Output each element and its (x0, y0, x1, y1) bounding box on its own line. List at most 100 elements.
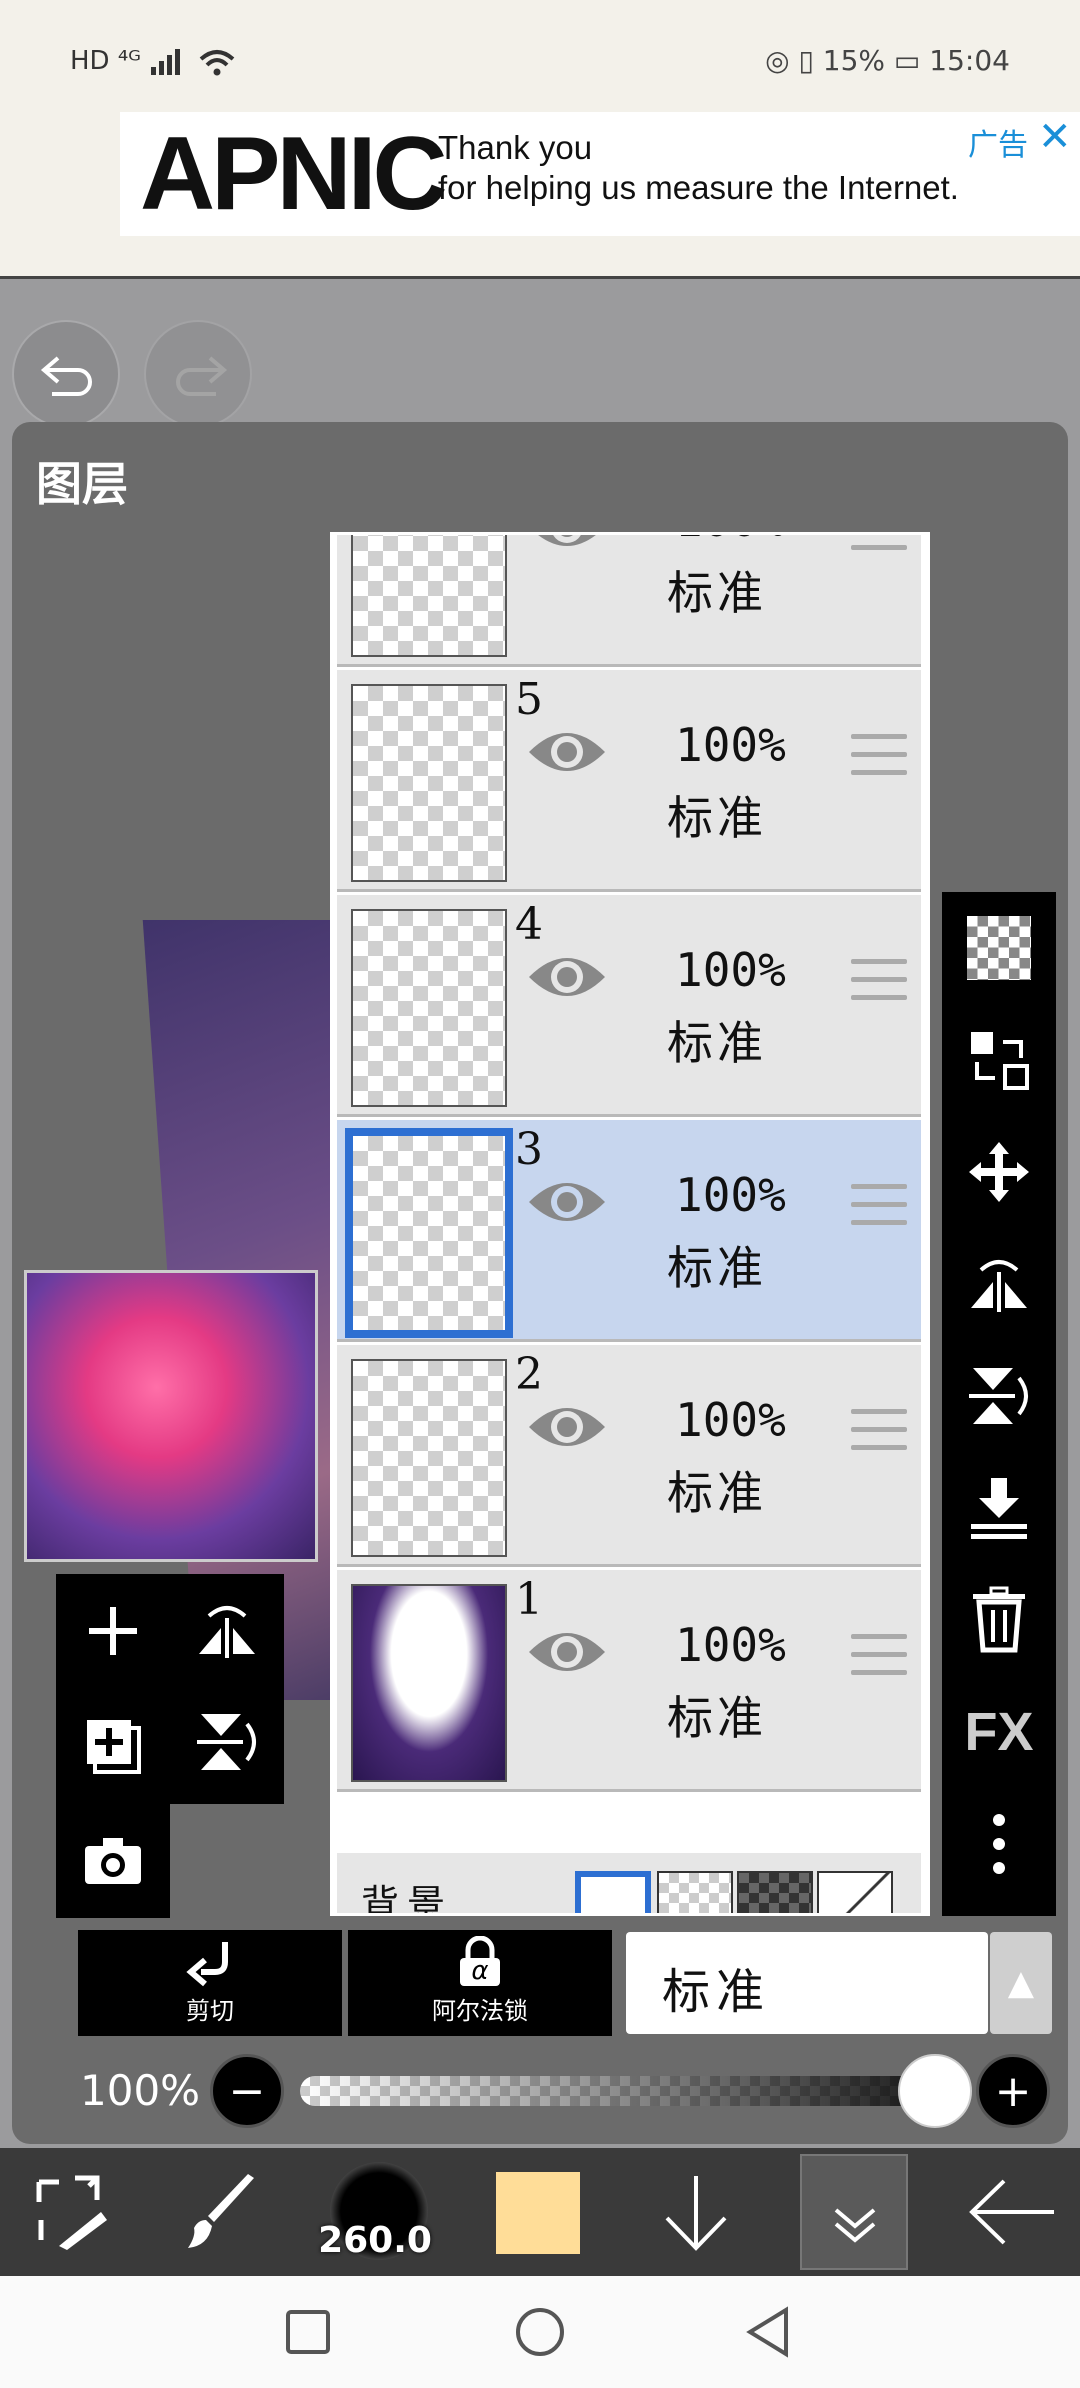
ad-banner[interactable]: APNIC Thank you for helping us measure t… (120, 112, 1080, 236)
flip-horizontal-icon[interactable] (195, 1598, 259, 1662)
ad-text: Thank you for helping us measure the Int… (438, 129, 959, 206)
delete-layer-button[interactable] (942, 1564, 1056, 1676)
background-row[interactable]: 背景 (337, 1853, 921, 1916)
color-swatch[interactable] (496, 2172, 580, 2254)
layer-transfer-button[interactable] (942, 1004, 1056, 1116)
recent-apps-icon[interactable] (284, 2308, 332, 2356)
drag-handle-icon[interactable] (851, 535, 907, 563)
layer-row-6[interactable]: 6 100% 标准 (337, 532, 921, 667)
eye-icon[interactable] (527, 1622, 607, 1682)
layer-thumbnail (351, 684, 507, 882)
layer-blend: 标准 (667, 1466, 767, 1520)
opacity-decrease-button[interactable]: − (210, 2054, 284, 2128)
drag-handle-icon[interactable] (851, 1184, 907, 1238)
layer-row-2[interactable]: 2 100% 标准 (337, 1345, 921, 1567)
nfc-icon: ◎ (765, 44, 790, 77)
bg-checker-light-swatch[interactable] (657, 1871, 733, 1913)
opacity-slider[interactable] (300, 2076, 940, 2106)
bg-none-swatch[interactable] (817, 1871, 893, 1913)
layers-button[interactable] (800, 2154, 908, 2270)
layer-opacity: 100% (675, 1168, 786, 1222)
layer-thumbnail (351, 1359, 507, 1557)
status-right: ◎ ▯ 15% ▭ 15:04 (765, 44, 1010, 77)
eye-icon[interactable] (527, 1172, 607, 1232)
drag-handle-icon[interactable] (851, 1634, 907, 1688)
move-icon (969, 1142, 1029, 1202)
camera-icon (85, 1838, 141, 1884)
flip-vertical-icon[interactable] (195, 1710, 259, 1774)
alpha-lock-button[interactable]: α 阿尔法锁 (348, 1930, 612, 2036)
drag-handle-icon[interactable] (851, 1409, 907, 1463)
wifi-icon (200, 49, 235, 75)
clipping-button[interactable]: 剪切 (78, 1930, 342, 2036)
panel-title: 图层 (36, 457, 128, 511)
eye-icon[interactable] (527, 722, 607, 782)
eye-icon[interactable] (527, 532, 607, 557)
layer-row-4[interactable]: 4 100% 标准 (337, 895, 921, 1117)
brush-tool-button[interactable] (170, 2148, 270, 2276)
arrow-down-icon (665, 2176, 727, 2251)
add-layer-button[interactable] (56, 1574, 170, 1688)
more-button[interactable] (942, 1788, 1056, 1900)
fx-button[interactable]: FX (942, 1676, 1056, 1788)
back-button[interactable] (958, 2148, 1068, 2276)
layer-row-3-selected[interactable]: 3 100% 标准 (337, 1120, 921, 1342)
plus-icon (89, 1607, 137, 1655)
undo-icon (40, 356, 92, 396)
duplicate-layer-button[interactable] (56, 1688, 170, 1804)
layer-number: 4 (515, 899, 543, 950)
back-nav-icon[interactable] (744, 2306, 792, 2358)
bg-checker-dark-swatch[interactable] (737, 1871, 813, 1913)
transparency-button[interactable] (942, 892, 1056, 1004)
ad-close-button[interactable]: ✕ (1038, 114, 1072, 160)
layer-blend: 标准 (667, 1016, 767, 1070)
layer-opacity: 100% (675, 535, 786, 547)
undo-button[interactable] (12, 320, 120, 428)
flip-horizontal-button[interactable] (942, 1228, 1056, 1340)
blend-mode-dropdown-arrow[interactable]: ▲ (990, 1932, 1052, 2034)
clock: 15:04 (929, 44, 1010, 77)
opacity-label: 100% (80, 2066, 201, 2115)
layer-number: 5 (515, 674, 543, 725)
down-button[interactable] (646, 2148, 746, 2276)
eye-icon[interactable] (527, 1397, 607, 1457)
drag-handle-icon[interactable] (851, 959, 907, 1013)
redo-icon (176, 356, 228, 396)
copy-layer-icon (87, 1720, 141, 1774)
move-button[interactable] (942, 1116, 1056, 1228)
layer-toolbar: FX (942, 892, 1056, 1916)
battery-percent: 15% (822, 44, 886, 77)
drag-handle-icon[interactable] (851, 734, 907, 788)
bg-white-swatch[interactable] (575, 1871, 651, 1913)
layer-row-1[interactable]: 1 100% 标准 (337, 1570, 921, 1792)
blend-mode-select[interactable]: 标准 (626, 1932, 988, 2034)
brush-size-value: 260.0 (318, 2220, 432, 2261)
layer-blend: 标准 (667, 566, 767, 620)
flip-horizontal-icon (971, 1260, 1027, 1312)
layer-thumbnail (351, 909, 507, 1107)
camera-button[interactable] (56, 1804, 170, 1918)
opacity-increase-button[interactable]: + (976, 2054, 1050, 2128)
tool-select-button[interactable] (14, 2148, 124, 2276)
canvas-preview[interactable] (24, 1270, 318, 1562)
checker-icon (967, 916, 1031, 980)
layer-thumbnail (351, 535, 507, 657)
redo-button[interactable] (144, 320, 252, 428)
alpha-symbol: α (471, 1956, 489, 1986)
layer-row-5[interactable]: 5 100% 标准 (337, 670, 921, 892)
background-label: 背景 (361, 1882, 454, 1916)
opacity-slider-knob[interactable] (898, 2054, 972, 2128)
eye-icon[interactable] (527, 947, 607, 1007)
layer-blend: 标准 (667, 1691, 767, 1745)
vibrate-icon: ▯ (798, 44, 814, 77)
status-bar: HD ⁴ᴳ ◎ ▯ 15% ▭ 15:04 (0, 0, 1080, 110)
layer-number: 3 (515, 1124, 543, 1175)
layer-opacity: 100% (675, 1393, 786, 1447)
layer-list[interactable]: 6 100% 标准 5 100% 标准 4 100% 标准 3 100% 标准 … (330, 532, 930, 1916)
flip-vertical-button[interactable] (942, 1340, 1056, 1452)
brush-size-button[interactable]: 260.0 (312, 2162, 438, 2266)
layer-thumbnail (351, 1584, 507, 1782)
layer-blend: 标准 (667, 1241, 767, 1295)
home-icon[interactable] (514, 2306, 566, 2358)
merge-down-button[interactable] (942, 1452, 1056, 1564)
